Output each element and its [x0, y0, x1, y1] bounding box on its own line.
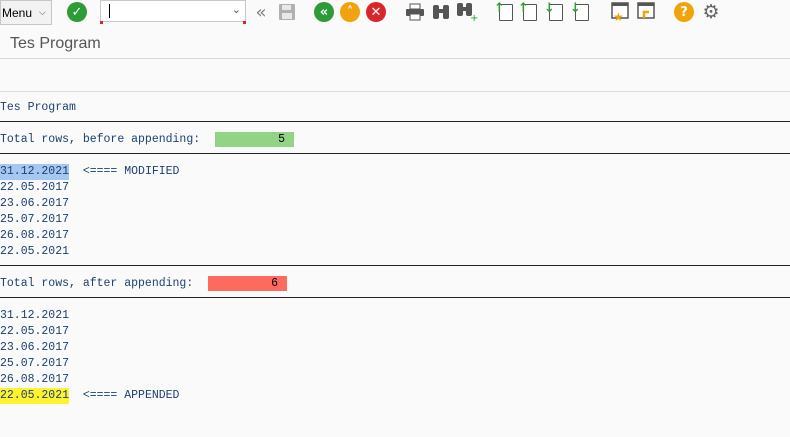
list-item: 23.06.2017	[0, 340, 69, 356]
text-caret	[109, 4, 110, 18]
enter-icon: ✓	[67, 2, 87, 22]
exit-button[interactable]: ˄	[340, 1, 360, 23]
date-value: 23.06.2017	[0, 197, 70, 210]
field-marker-left	[100, 21, 103, 24]
back-button[interactable]: «	[314, 1, 334, 23]
after-label: Total rows, after appending:	[0, 277, 194, 290]
svg-text:★: ★	[613, 10, 624, 22]
date-value: 26.08.2017	[0, 373, 70, 386]
help-button[interactable]: ?	[674, 1, 694, 23]
find-icon[interactable]	[430, 1, 452, 23]
shortcut-icon[interactable]	[636, 1, 658, 23]
enter-button[interactable]: ✓	[67, 1, 87, 23]
cancel-button[interactable]: ✕	[366, 1, 386, 23]
date-value: 22.05.2017	[0, 325, 70, 338]
page-title: Tes Program	[10, 35, 101, 52]
print-icon[interactable]	[404, 1, 426, 23]
back-icon: «	[314, 2, 334, 22]
exit-icon: ˄	[340, 2, 360, 22]
list-item: 25.07.2017	[0, 356, 69, 372]
last-page-icon[interactable]: ↓	[570, 1, 592, 23]
back-nav-icon[interactable]: «	[250, 1, 272, 23]
list-item: 23.06.2017	[0, 196, 69, 212]
application-toolbar: Menu ⌵ ✓ ⌄ « « ˄ ✕ + ↑ ↑ ↓ ↓ ★ ? ⚙	[0, 0, 790, 26]
before-label: Total rows, before appending:	[0, 133, 201, 146]
date-value: 26.08.2017	[0, 229, 70, 242]
help-icon: ?	[674, 2, 694, 22]
menu-label: Menu	[2, 5, 33, 20]
title-bar: Tes Program	[0, 28, 790, 59]
date-value: 25.07.2017	[0, 213, 70, 226]
date-value: 25.07.2017	[0, 357, 70, 370]
list-item: 31.12.2021	[0, 308, 69, 324]
next-page-icon[interactable]: ↓	[544, 1, 566, 23]
list-item: 26.08.2017	[0, 372, 69, 388]
before-count: 5	[215, 132, 294, 147]
list-item: 31.12.2021 <==== MODIFIED	[0, 164, 179, 180]
cancel-icon: ✕	[366, 2, 386, 22]
list-item: 22.05.2021	[0, 244, 69, 260]
settings-icon[interactable]: ⚙	[700, 1, 722, 23]
row-note: <==== MODIFIED	[82, 165, 180, 178]
create-session-icon[interactable]: ★	[610, 1, 632, 23]
list-item: 22.05.2021 <==== APPENDED	[0, 388, 179, 404]
date-value: 22.05.2021	[0, 245, 70, 258]
save-icon[interactable]	[276, 1, 298, 23]
date-value: 31.12.2021	[0, 164, 70, 180]
divider	[0, 265, 790, 266]
row-note: <==== APPENDED	[82, 389, 180, 402]
date-value: 31.12.2021	[0, 309, 70, 322]
divider	[0, 153, 790, 154]
divider	[0, 297, 790, 298]
menu-button[interactable]: Menu ⌵	[0, 0, 52, 25]
divider	[0, 121, 790, 122]
date-value: 23.06.2017	[0, 341, 70, 354]
command-field[interactable]: ⌄	[100, 0, 246, 24]
list-item: 22.05.2017	[0, 180, 69, 196]
first-page-icon[interactable]: ↑	[494, 1, 516, 23]
divider	[0, 91, 790, 92]
svg-text:+: +	[470, 13, 478, 22]
find-next-icon[interactable]: +	[456, 1, 478, 23]
list-item: 25.07.2017	[0, 212, 69, 228]
date-value: 22.05.2021	[0, 388, 70, 404]
list-heading: Tes Program	[0, 101, 76, 114]
chevron-down-icon: ⌵	[39, 7, 46, 17]
list-item: 22.05.2017	[0, 324, 69, 340]
date-value: 22.05.2017	[0, 181, 70, 194]
after-count: 6	[208, 276, 287, 291]
field-marker-right	[243, 21, 246, 24]
previous-page-icon[interactable]: ↑	[518, 1, 540, 23]
chevron-down-icon[interactable]: ⌄	[232, 3, 241, 16]
list-item: 26.08.2017	[0, 228, 69, 244]
